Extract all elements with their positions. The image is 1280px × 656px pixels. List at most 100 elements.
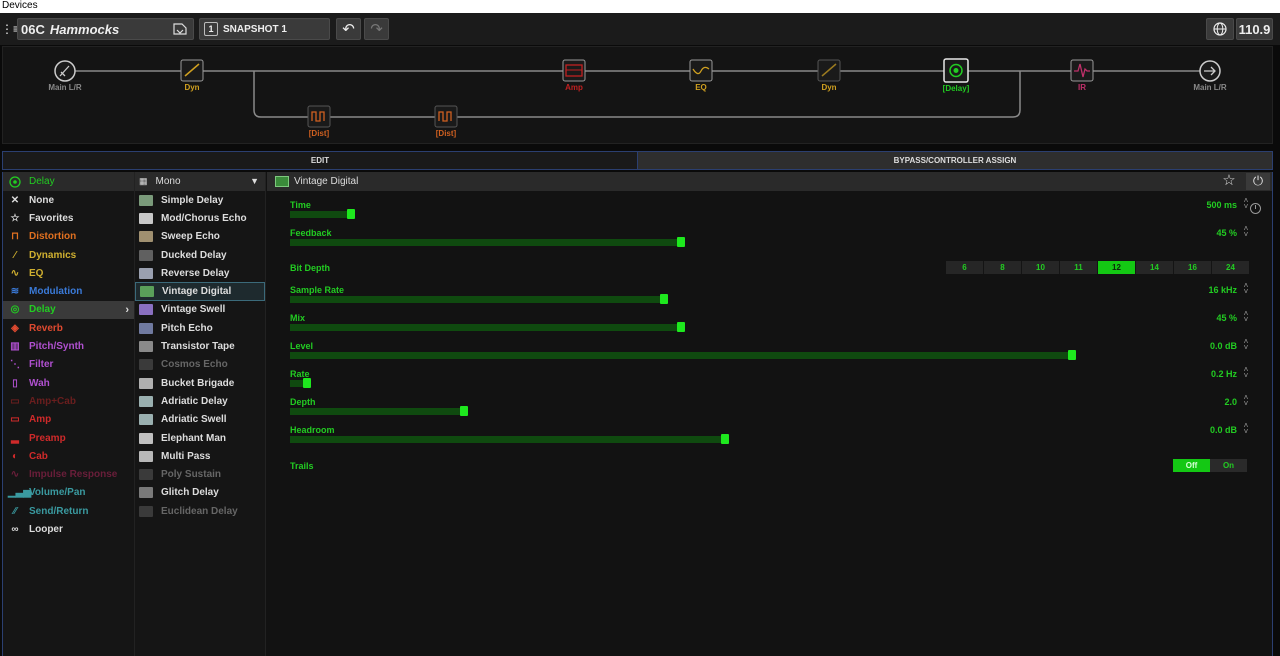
delay-block[interactable] bbox=[943, 58, 969, 83]
slider-handle[interactable] bbox=[1068, 350, 1076, 360]
tab-bypass-controller[interactable]: BYPASS/CONTROLLER ASSIGN bbox=[638, 152, 1272, 169]
category-item[interactable]: ◎ Delay › bbox=[3, 300, 134, 320]
model-item[interactable]: Poly Sustain bbox=[135, 465, 265, 483]
undo-button[interactable]: ↶ bbox=[336, 18, 361, 40]
model-item[interactable]: Adriatic Swell bbox=[135, 411, 265, 429]
slider-track[interactable] bbox=[290, 436, 725, 443]
category-item[interactable]: ≋ Modulation bbox=[3, 282, 134, 300]
power-icon[interactable]: ⏻ bbox=[1246, 173, 1270, 190]
category-item[interactable]: ▂ Preamp bbox=[3, 429, 134, 447]
bit-depth-option[interactable]: 24 bbox=[1212, 261, 1249, 274]
dyn-block[interactable] bbox=[180, 59, 204, 82]
model-item[interactable]: Multi Pass bbox=[135, 447, 265, 465]
dist-block[interactable] bbox=[434, 105, 458, 128]
category-item[interactable]: ∿ Impulse Response bbox=[3, 465, 134, 483]
global-settings-button[interactable] bbox=[1206, 18, 1234, 40]
save-icon[interactable] bbox=[173, 23, 187, 35]
model-item[interactable]: Elephant Man bbox=[135, 429, 265, 447]
model-header[interactable]: ▦ Mono ▼ bbox=[135, 172, 265, 191]
category-item[interactable]: ◐ Cab bbox=[3, 447, 134, 465]
category-item[interactable]: ◈ Reverb bbox=[3, 319, 134, 337]
category-item[interactable]: ∞ Looper bbox=[3, 520, 134, 538]
param-value[interactable]: 2.0 bbox=[1224, 397, 1237, 407]
slider-track[interactable] bbox=[290, 239, 681, 246]
category-item[interactable]: ▭ Amp bbox=[3, 411, 134, 429]
bit-depth-option[interactable]: 14 bbox=[1136, 261, 1173, 274]
category-header[interactable]: Delay bbox=[3, 172, 134, 191]
model-item[interactable]: Bucket Brigade bbox=[135, 374, 265, 392]
amp-block[interactable] bbox=[562, 59, 586, 82]
grid-icon[interactable]: ▦ bbox=[139, 176, 148, 187]
category-item[interactable]: ▥ Pitch/Synth bbox=[3, 337, 134, 355]
slider-handle[interactable] bbox=[677, 237, 685, 247]
param-value[interactable]: 45 % bbox=[1216, 313, 1237, 323]
stepper-arrows-icon[interactable]: ˄ ˅ bbox=[1242, 282, 1250, 296]
stepper-arrows-icon[interactable]: ˄ ˅ bbox=[1242, 394, 1250, 408]
category-item[interactable]: ⁄⁄ Send/Return bbox=[3, 502, 134, 520]
model-item[interactable]: Vintage Digital bbox=[135, 282, 265, 301]
tab-edit[interactable]: EDIT bbox=[3, 152, 638, 169]
dyn-block[interactable] bbox=[817, 59, 841, 82]
stepper-arrows-icon[interactable]: ˄ ˅ bbox=[1242, 225, 1250, 239]
model-item[interactable]: Sweep Echo bbox=[135, 228, 265, 246]
model-item[interactable]: Simple Delay bbox=[135, 191, 265, 209]
model-item[interactable]: Adriatic Delay bbox=[135, 392, 265, 410]
trails-on-button[interactable]: On bbox=[1210, 459, 1247, 472]
stepper-arrows-icon[interactable]: ˄ ˅ bbox=[1242, 197, 1250, 211]
category-item[interactable]: ▭ Amp+Cab bbox=[3, 392, 134, 410]
stepper-arrows-icon[interactable]: ˄ ˅ bbox=[1242, 366, 1250, 380]
model-item[interactable]: Reverse Delay bbox=[135, 264, 265, 282]
slider-track[interactable] bbox=[290, 324, 681, 331]
slider-handle[interactable] bbox=[347, 209, 355, 219]
param-value[interactable]: 45 % bbox=[1216, 228, 1237, 238]
slider-handle[interactable] bbox=[460, 406, 468, 416]
param-value[interactable]: 0.2 Hz bbox=[1211, 369, 1237, 379]
bit-depth-option[interactable]: 12 bbox=[1098, 261, 1135, 274]
bit-depth-option[interactable]: 11 bbox=[1060, 261, 1097, 274]
param-value[interactable]: 0.0 dB bbox=[1210, 425, 1237, 435]
category-item[interactable]: ∿ EQ bbox=[3, 264, 134, 282]
output-block[interactable] bbox=[1199, 60, 1221, 82]
param-value[interactable]: 16 kHz bbox=[1208, 285, 1237, 295]
model-item[interactable]: Transistor Tape bbox=[135, 337, 265, 355]
snapshot-selector[interactable]: 1 SNAPSHOT 1 bbox=[199, 18, 330, 40]
category-item[interactable]: ⋱ Filter bbox=[3, 356, 134, 374]
bit-depth-option[interactable]: 10 bbox=[1022, 261, 1059, 274]
category-item[interactable]: ☆ Favorites bbox=[3, 209, 134, 227]
slider-track[interactable] bbox=[290, 211, 351, 218]
chevron-down-icon[interactable]: ▼ bbox=[250, 176, 259, 186]
slider-track[interactable] bbox=[290, 408, 464, 415]
input-block[interactable] bbox=[54, 60, 76, 82]
model-item[interactable]: Euclidean Delay bbox=[135, 502, 265, 520]
model-item[interactable]: Pitch Echo bbox=[135, 319, 265, 337]
clock-icon[interactable] bbox=[1250, 203, 1261, 214]
category-item[interactable]: ▯ Wah bbox=[3, 374, 134, 392]
eq-block[interactable] bbox=[689, 59, 713, 82]
param-value[interactable]: 500 ms bbox=[1206, 200, 1237, 210]
bit-depth-option[interactable]: 8 bbox=[984, 261, 1021, 274]
model-item[interactable]: Ducked Delay bbox=[135, 246, 265, 264]
ir-block[interactable] bbox=[1070, 59, 1094, 82]
stepper-arrows-icon[interactable]: ˄ ˅ bbox=[1242, 338, 1250, 352]
tempo-display[interactable]: 110.9 bbox=[1236, 18, 1273, 40]
menu-icon[interactable]: ⋮≡ bbox=[1, 22, 20, 36]
slider-track[interactable] bbox=[290, 352, 1072, 359]
favorite-star-icon[interactable]: ☆ bbox=[1220, 173, 1238, 190]
bit-depth-option[interactable]: 16 bbox=[1174, 261, 1211, 274]
stepper-arrows-icon[interactable]: ˄ ˅ bbox=[1242, 422, 1250, 436]
slider-track[interactable] bbox=[290, 296, 664, 303]
preset-selector[interactable]: 06C Hammocks bbox=[17, 18, 194, 40]
model-item[interactable]: Cosmos Echo bbox=[135, 356, 265, 374]
slider-handle[interactable] bbox=[303, 378, 311, 388]
param-value[interactable]: 0.0 dB bbox=[1210, 341, 1237, 351]
category-item[interactable]: ⊓ Distortion bbox=[3, 228, 134, 246]
bit-depth-option[interactable]: 6 bbox=[946, 261, 983, 274]
slider-handle[interactable] bbox=[677, 322, 685, 332]
category-item[interactable]: ⁄ Dynamics bbox=[3, 246, 134, 264]
model-item[interactable]: Vintage Swell bbox=[135, 301, 265, 319]
stepper-arrows-icon[interactable]: ˄ ˅ bbox=[1242, 310, 1250, 324]
model-item[interactable]: Mod/Chorus Echo bbox=[135, 209, 265, 227]
category-item[interactable]: ▁▃▅ Volume/Pan bbox=[3, 484, 134, 502]
slider-handle[interactable] bbox=[721, 434, 729, 444]
redo-button[interactable]: ↷ bbox=[364, 18, 389, 40]
